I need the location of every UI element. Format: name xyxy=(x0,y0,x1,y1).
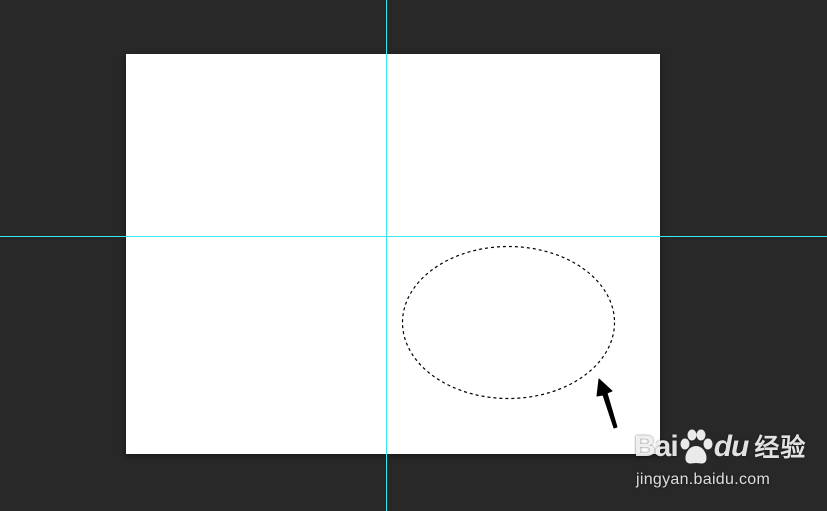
horizontal-guide-line[interactable] xyxy=(0,236,827,237)
baidu-paw-icon xyxy=(680,429,713,464)
baidu-jingyan-watermark: Bai du 经验 jingyan.baidu.com xyxy=(632,421,822,496)
document-canvas[interactable] xyxy=(126,54,660,454)
watermark-logo-text-left: Bai xyxy=(634,430,679,463)
watermark-logo-text-right: du xyxy=(713,430,750,463)
workspace[interactable]: Bai du 经验 jingyan.baidu.com xyxy=(0,0,827,511)
watermark-logo: Bai du 经验 xyxy=(634,421,806,473)
watermark-logo-text-cn: 经验 xyxy=(754,432,807,462)
watermark-url: jingyan.baidu.com xyxy=(636,471,771,488)
vertical-guide-line[interactable] xyxy=(386,0,387,511)
